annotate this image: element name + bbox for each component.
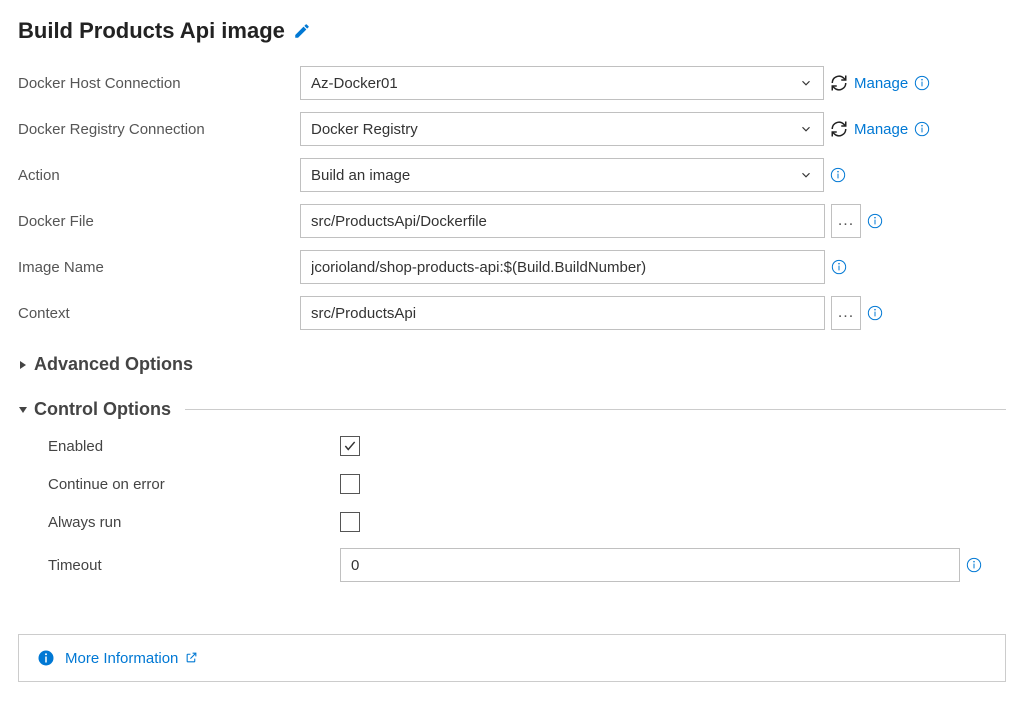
context-browse-button[interactable]: ... [831, 296, 861, 330]
timeout-info[interactable] [966, 557, 982, 573]
caret-down-icon [18, 405, 28, 415]
more-information-link[interactable]: More Information [65, 650, 198, 667]
timeout-input[interactable] [340, 548, 960, 582]
context-info[interactable] [867, 305, 883, 321]
action-select[interactable]: Build an image [300, 158, 824, 192]
pencil-icon [293, 22, 311, 40]
more-information-box: More Information [18, 634, 1006, 682]
edit-title-button[interactable] [293, 22, 311, 40]
continue-on-error-checkbox[interactable] [340, 474, 360, 494]
docker-host-manage-link[interactable]: Manage [854, 75, 908, 92]
docker-registry-label: Docker Registry Connection [18, 121, 300, 138]
info-icon [966, 557, 982, 573]
page-title: Build Products Api image [18, 18, 285, 44]
docker-host-label: Docker Host Connection [18, 75, 300, 92]
caret-right-icon [18, 360, 28, 370]
docker-file-input[interactable] [300, 204, 825, 238]
refresh-icon [830, 74, 848, 92]
chevron-down-icon [799, 122, 813, 136]
always-run-checkbox[interactable] [340, 512, 360, 532]
docker-registry-refresh[interactable] [830, 120, 848, 138]
info-icon [914, 75, 930, 91]
docker-file-browse-button[interactable]: ... [831, 204, 861, 238]
info-icon [914, 121, 930, 137]
refresh-icon [830, 120, 848, 138]
image-name-info[interactable] [831, 259, 847, 275]
image-name-input[interactable] [300, 250, 825, 284]
more-information-label: More Information [65, 650, 178, 667]
info-icon [831, 259, 847, 275]
docker-registry-select[interactable]: Docker Registry [300, 112, 824, 146]
info-icon [830, 167, 846, 183]
docker-registry-manage-link[interactable]: Manage [854, 121, 908, 138]
always-run-label: Always run [48, 514, 340, 531]
docker-registry-value: Docker Registry [311, 121, 799, 138]
info-filled-icon [37, 649, 55, 667]
image-name-label: Image Name [18, 259, 300, 276]
enabled-label: Enabled [48, 438, 340, 455]
advanced-options-title: Advanced Options [34, 354, 193, 375]
docker-host-select[interactable]: Az-Docker01 [300, 66, 824, 100]
docker-host-info[interactable] [914, 75, 930, 91]
control-options-title: Control Options [34, 399, 171, 420]
advanced-options-header[interactable]: Advanced Options [18, 354, 1006, 375]
context-input[interactable] [300, 296, 825, 330]
enabled-checkbox[interactable] [340, 436, 360, 456]
external-link-icon [185, 651, 198, 664]
docker-host-refresh[interactable] [830, 74, 848, 92]
action-label: Action [18, 167, 300, 184]
docker-file-label: Docker File [18, 213, 300, 230]
context-label: Context [18, 305, 300, 322]
info-icon [867, 305, 883, 321]
check-icon [343, 439, 357, 453]
chevron-down-icon [799, 76, 813, 90]
continue-on-error-label: Continue on error [48, 476, 340, 493]
chevron-down-icon [799, 168, 813, 182]
action-info[interactable] [830, 167, 846, 183]
docker-host-value: Az-Docker01 [311, 75, 799, 92]
docker-registry-info[interactable] [914, 121, 930, 137]
timeout-label: Timeout [48, 557, 340, 574]
action-value: Build an image [311, 167, 799, 184]
divider [185, 409, 1006, 410]
docker-file-info[interactable] [867, 213, 883, 229]
control-options-header[interactable]: Control Options [18, 399, 1006, 420]
info-icon [867, 213, 883, 229]
